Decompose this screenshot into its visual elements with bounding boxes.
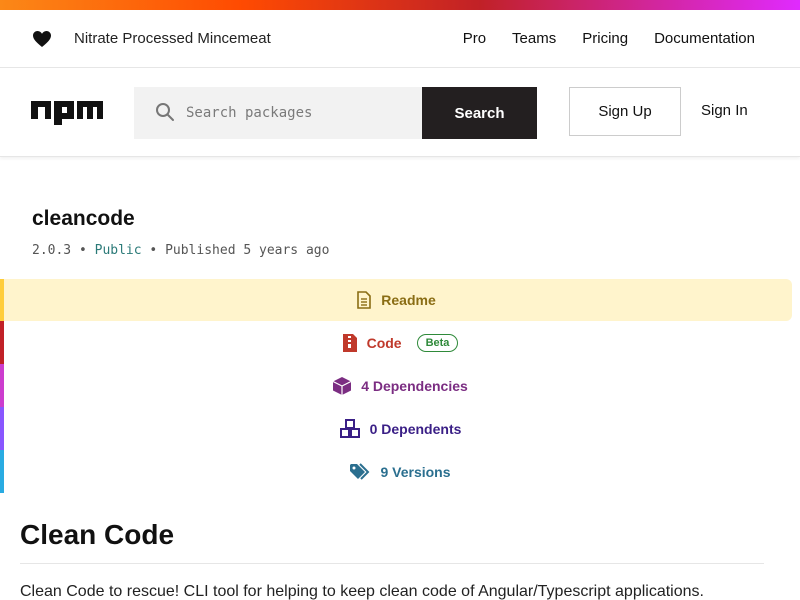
heading-divider	[20, 563, 764, 564]
tab-stripe	[0, 364, 4, 407]
search-button[interactable]: Search	[422, 87, 537, 139]
tab-stripe	[0, 407, 4, 450]
document-icon	[357, 291, 372, 309]
search-icon	[156, 103, 174, 121]
tab-dependencies[interactable]: 4 Dependencies	[0, 364, 800, 407]
readme-intro: Clean Code to rescue! CLI tool for helpi…	[20, 583, 704, 600]
tab-dependents[interactable]: 0 Dependents	[0, 407, 800, 450]
tab-versions[interactable]: 9 Versions	[0, 450, 800, 493]
tab-code-label: Code	[366, 334, 402, 351]
tab-versions-label: 9 Versions	[380, 463, 451, 480]
cube-icon	[332, 376, 352, 395]
package-name: cleancode	[32, 207, 135, 230]
top-bar: Nitrate Processed Mincemeat Pro Teams Pr…	[0, 10, 800, 68]
tagline-link[interactable]: Nitrate Processed Mincemeat	[74, 30, 271, 47]
package-tabs: Readme Code Beta 4 Dependencies 0 Depend…	[0, 279, 800, 493]
nav-documentation-link[interactable]: Documentation	[654, 30, 755, 47]
tab-dependents-label: 0 Dependents	[369, 420, 462, 437]
zip-file-icon	[342, 333, 357, 352]
tab-stripe	[0, 321, 4, 364]
npm-logo[interactable]: npm	[31, 101, 103, 125]
readme-heading: Clean Code	[20, 519, 175, 550]
package-version: 2.0.3	[32, 243, 72, 258]
package-visibility: Public	[94, 243, 142, 258]
top-nav: Pro Teams Pricing Documentation	[463, 30, 755, 47]
sign-up-button[interactable]: Sign Up	[569, 87, 681, 136]
package-published: Published 5 years ago	[165, 243, 330, 258]
tab-stripe	[0, 279, 4, 321]
sign-in-button[interactable]: Sign In	[701, 102, 748, 119]
tab-dependencies-label: 4 Dependencies	[361, 377, 468, 394]
meta-separator: •	[78, 243, 87, 258]
cubes-icon	[339, 418, 360, 438]
tags-icon	[350, 462, 370, 480]
tab-code[interactable]: Code Beta	[0, 321, 800, 364]
meta-separator: •	[149, 243, 158, 258]
nav-teams-link[interactable]: Teams	[512, 30, 556, 47]
tab-readme-label: Readme	[381, 292, 436, 308]
package-meta: 2.0.3 • Public • Published 5 years ago	[32, 243, 329, 258]
search-input[interactable]	[186, 87, 416, 139]
nav-pro-link[interactable]: Pro	[463, 30, 486, 47]
tab-stripe	[0, 450, 4, 493]
nav-pricing-link[interactable]: Pricing	[582, 30, 628, 47]
search-box	[134, 87, 422, 139]
beta-badge: Beta	[416, 333, 459, 352]
brand-gradient-bar	[0, 0, 800, 10]
heart-icon	[33, 31, 51, 47]
tab-readme[interactable]: Readme	[0, 279, 792, 321]
